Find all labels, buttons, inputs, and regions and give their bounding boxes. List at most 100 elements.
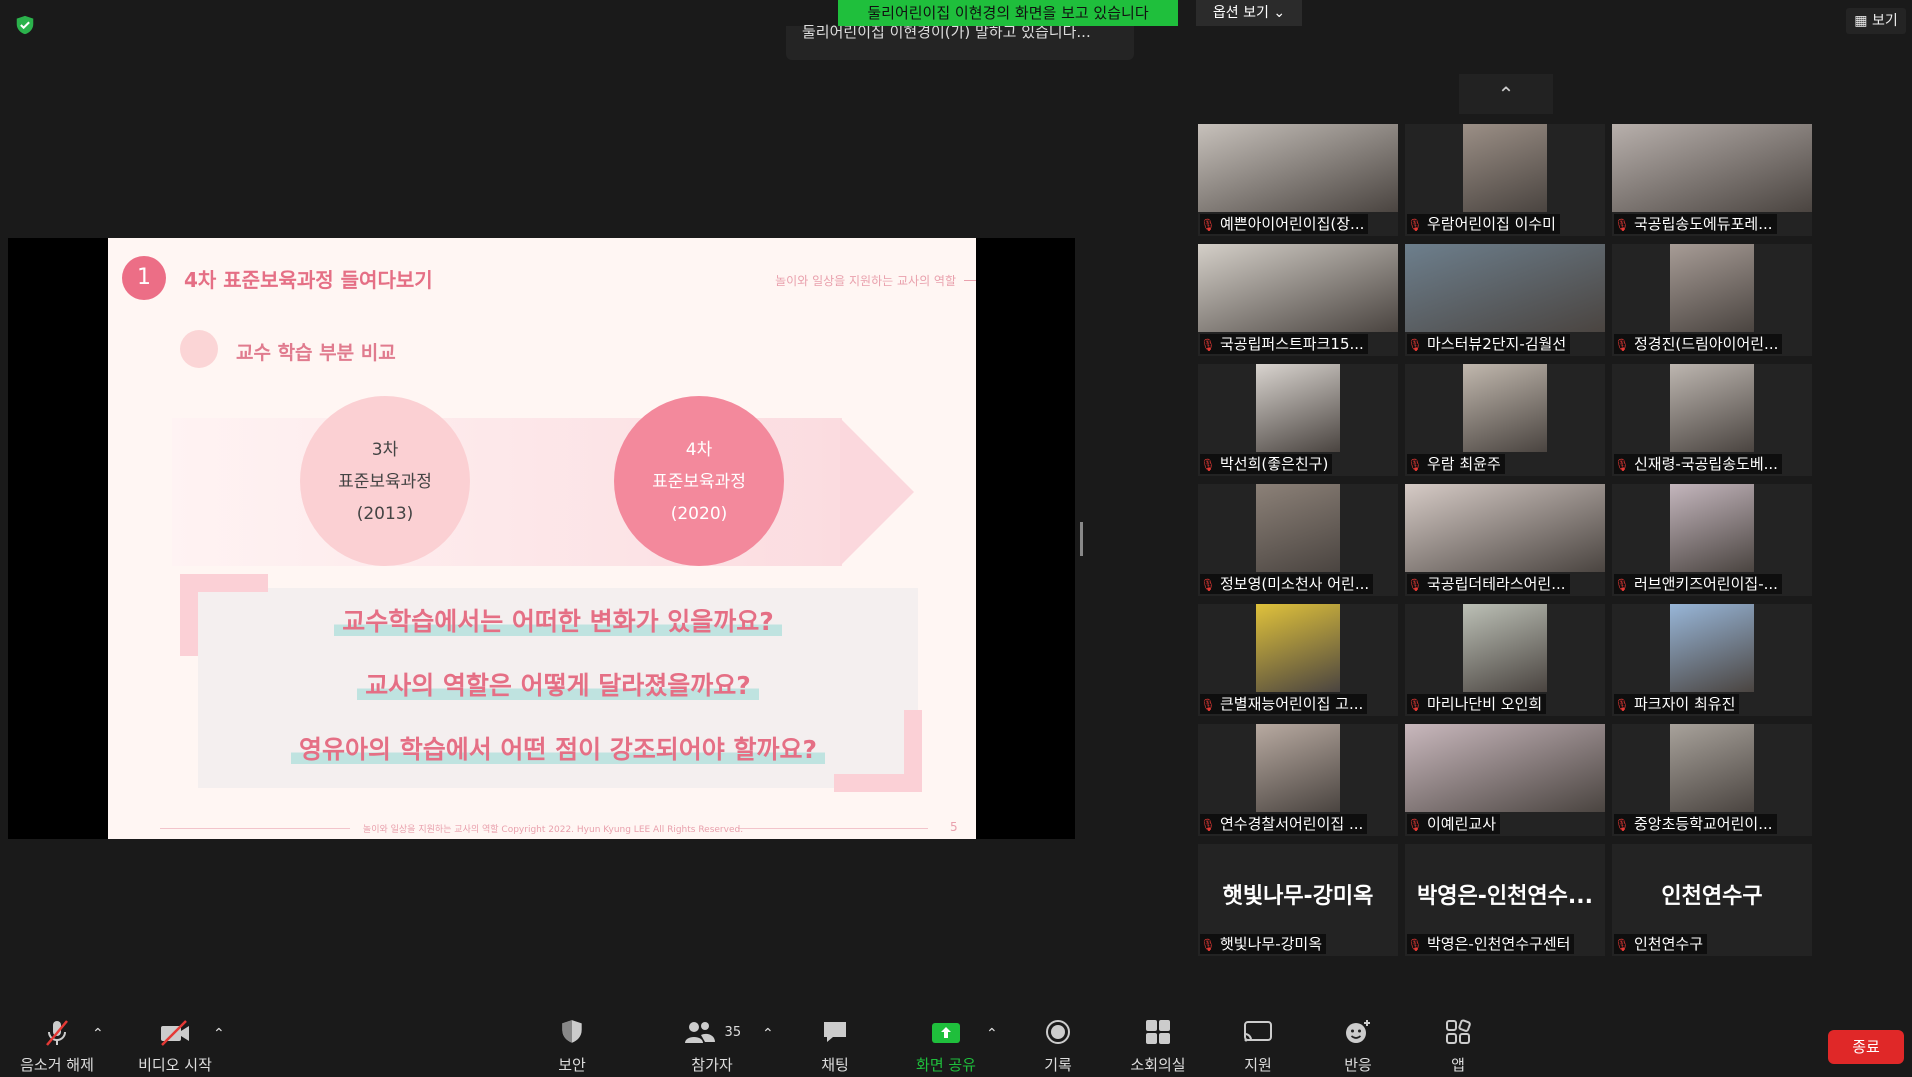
participant-tile[interactable]: 햇빛나무-강미옥 🎙 햇빛나무-강미옥: [1198, 844, 1398, 956]
circle2-line3: (2020): [670, 504, 728, 524]
mic-muted-icon: 🎙: [1200, 218, 1216, 232]
participant-video: [1256, 724, 1340, 812]
breakout-rooms-button[interactable]: 소회의실: [1122, 1018, 1194, 1075]
participant-name: 정경진(드림아이어린...: [1634, 335, 1779, 353]
participant-name: 국공립송도에듀포레...: [1634, 215, 1773, 233]
participant-name-label: 🎙 정보영(미소천사 어린...: [1200, 574, 1374, 594]
participant-video: [1463, 364, 1547, 452]
participant-name: 신재령-국공립송도베...: [1634, 455, 1778, 473]
mic-muted-icon: 🎙: [1614, 698, 1630, 712]
question-1: 교수학습에서는 어떠한 변화가 있을까요?: [198, 602, 918, 638]
participant-tile[interactable]: 🎙 이예린교사: [1405, 724, 1605, 836]
participant-name: 박영은-인천연수구센터: [1427, 935, 1571, 953]
reactions-button[interactable]: 반응: [1328, 1018, 1388, 1075]
speaking-notice: 둘리어린이집 이현경이(가) 말하고 있습니다...: [786, 23, 1134, 60]
subtitle-dot: [180, 330, 218, 368]
share-screen-label: 화면 공유: [916, 1056, 976, 1074]
share-options-caret[interactable]: ⌃: [986, 1026, 998, 1042]
participant-name-label: 🎙 정경진(드림아이어린...: [1614, 334, 1783, 354]
participant-name-label: 🎙 큰별재능어린이집 고...: [1200, 694, 1368, 714]
mic-muted-icon: 🎙: [1200, 458, 1216, 472]
participant-tile[interactable]: 🎙 큰별재능어린이집 고...: [1198, 604, 1398, 716]
participant-name-label: 🎙 중앙초등학교어린이...: [1614, 814, 1777, 834]
video-options-caret[interactable]: ⌃: [213, 1026, 225, 1042]
start-video-button[interactable]: 비디오 시작: [132, 1018, 218, 1075]
participant-name-label: 🎙 우람 최윤주: [1407, 454, 1505, 474]
cast-support-icon: [1228, 1018, 1288, 1048]
shield-icon: [542, 1018, 602, 1048]
speaking-notice-text: 둘리어린이집 이현경이(가) 말하고 있습니다...: [802, 23, 1091, 41]
participant-video: [1405, 484, 1605, 572]
record-button[interactable]: 기록: [1028, 1018, 1088, 1075]
participants-options-caret[interactable]: ⌃: [762, 1026, 774, 1042]
participant-tile[interactable]: 🎙 신재령-국공립송도베...: [1612, 364, 1812, 476]
circle-3rd-curriculum: 3차 표준보육과정 (2013): [300, 396, 470, 566]
participant-video: [1256, 364, 1340, 452]
mic-muted-icon: 🎙: [1614, 818, 1630, 832]
mic-muted-icon: 🎙: [1200, 698, 1216, 712]
mic-muted-icon: 🎙: [1407, 338, 1423, 352]
participant-tile[interactable]: 🎙 중앙초등학교어린이...: [1612, 724, 1812, 836]
participant-name-label: 🎙 이예린교사: [1407, 814, 1501, 834]
participant-tile[interactable]: 🎙 정경진(드림아이어린...: [1612, 244, 1812, 356]
participants-button[interactable]: 35 참가자: [672, 1018, 752, 1075]
panel-splitter-handle[interactable]: [1080, 522, 1083, 556]
apps-button[interactable]: 앱: [1428, 1018, 1488, 1075]
view-options-button[interactable]: 옵션 보기 ⌄: [1196, 0, 1302, 26]
participants-label: 참가자: [691, 1056, 733, 1074]
participant-tile[interactable]: 🎙 우람어린이집 이수미: [1405, 124, 1605, 236]
participant-video: [1670, 484, 1754, 572]
participant-name-label: 🎙 햇빛나무-강미옥: [1200, 934, 1327, 954]
breakout-rooms-icon: [1122, 1018, 1194, 1048]
view-layout-button[interactable]: ▦ 보기: [1846, 8, 1906, 34]
participant-name: 이예린교사: [1427, 815, 1497, 833]
grid-icon: ▦: [1854, 13, 1868, 29]
participant-video: [1670, 244, 1754, 332]
participant-tile[interactable]: 🎙 국공립퍼스트파크15...: [1198, 244, 1398, 356]
participant-tile[interactable]: 🎙 파크자이 최유진: [1612, 604, 1812, 716]
share-screen-button[interactable]: 화면 공유: [906, 1018, 986, 1075]
encryption-shield-icon[interactable]: [14, 14, 36, 36]
participant-tile[interactable]: 🎙 러브앤키즈어린이집-...: [1612, 484, 1812, 596]
participant-tile[interactable]: 인천연수구 🎙 인천연수구: [1612, 844, 1812, 956]
participant-tile[interactable]: 🎙 우람 최윤주: [1405, 364, 1605, 476]
participant-tile[interactable]: 🎙 예쁜아이어린이집(장...: [1198, 124, 1398, 236]
participant-tile[interactable]: 🎙 마리나단비 오인희: [1405, 604, 1605, 716]
participant-name: 큰별재능어린이집 고...: [1220, 695, 1364, 713]
audio-options-caret[interactable]: ⌃: [92, 1026, 104, 1042]
participant-tile[interactable]: 🎙 국공립송도에듀포레...: [1612, 124, 1812, 236]
participant-name-label: 🎙 신재령-국공립송도베...: [1614, 454, 1782, 474]
question-3: 영유아의 학습에서 어떤 점이 강조되어야 할까요?: [198, 730, 918, 766]
participant-tile[interactable]: 🎙 연수경찰서어린이집 ...: [1198, 724, 1398, 836]
support-button[interactable]: 지원: [1228, 1018, 1288, 1075]
circle-4th-curriculum: 4차 표준보육과정 (2020): [614, 396, 784, 566]
participant-tile[interactable]: 🎙 박선희(좋은친구): [1198, 364, 1398, 476]
participant-name-label: 🎙 마스터뷰2단지-김월선: [1407, 334, 1571, 354]
gallery-scroll-up-button[interactable]: ⌃: [1459, 74, 1553, 114]
circle1-line1: 3차: [371, 440, 399, 460]
participant-name-label: 🎙 예쁜아이어린이집(장...: [1200, 214, 1369, 234]
end-meeting-button[interactable]: 종료: [1828, 1030, 1904, 1064]
unmute-button[interactable]: 음소거 해제: [14, 1018, 100, 1075]
slide-title: 4차 표준보육과정 들여다보기: [184, 268, 433, 292]
participant-name: 연수경찰서어린이집 ...: [1220, 815, 1364, 833]
participant-tile[interactable]: 🎙 국공립더테라스어린...: [1405, 484, 1605, 596]
participant-display-name: 인천연수구: [1661, 884, 1763, 909]
participant-tile[interactable]: 🎙 마스터뷰2단지-김월선: [1405, 244, 1605, 356]
participant-tile[interactable]: 🎙 정보영(미소천사 어린...: [1198, 484, 1398, 596]
question-3-text: 영유아의 학습에서 어떤 점이 강조되어야 할까요?: [290, 735, 826, 764]
unmute-label: 음소거 해제: [20, 1056, 94, 1074]
mic-muted-icon: 🎙: [1614, 578, 1630, 592]
participant-name: 국공립더테라스어린...: [1427, 575, 1566, 593]
shared-screen: 1 4차 표준보육과정 들여다보기 놀이와 일상을 지원하는 교사의 역할 교수…: [8, 238, 1075, 839]
start-video-label: 비디오 시작: [138, 1056, 212, 1074]
chat-button[interactable]: 채팅: [805, 1018, 865, 1075]
mic-muted-icon: 🎙: [1614, 338, 1630, 352]
security-button[interactable]: 보안: [542, 1018, 602, 1075]
mic-muted-icon: 🎙: [1200, 818, 1216, 832]
participant-tile[interactable]: 박영은-인천연수... 🎙 박영은-인천연수구센터: [1405, 844, 1605, 956]
slide-number-badge: 1: [122, 256, 166, 300]
participant-video: [1198, 124, 1398, 212]
mic-muted-icon: 🎙: [1407, 578, 1423, 592]
participant-name-label: 🎙 박선희(좋은친구): [1200, 454, 1333, 474]
